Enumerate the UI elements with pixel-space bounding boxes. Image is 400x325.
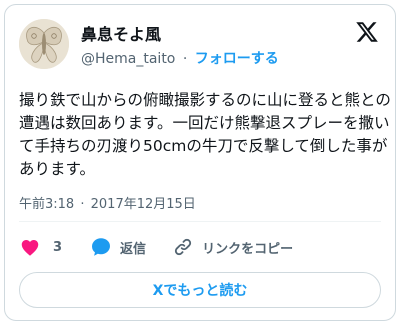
like-count: 3 <box>53 239 63 255</box>
handle-separator: · <box>182 51 188 67</box>
tweet-card: 鼻息そよ風 @Hema_taito · フォローする 撮り鉄で山からの俯瞰撮影す… <box>4 4 396 321</box>
tweet-timestamp[interactable]: 午前3:18 · 2017年12月15日 <box>19 193 196 212</box>
x-logo-icon[interactable] <box>355 20 379 44</box>
heart-icon <box>21 240 39 256</box>
action-bar: 3 返信 リンクをコピー <box>19 235 293 259</box>
avatar-moth-image <box>19 19 69 69</box>
tweet-date: 2017年12月15日 <box>90 197 196 212</box>
divider <box>19 221 381 222</box>
timestamp-separator: · <box>80 197 85 212</box>
follow-button[interactable]: フォローする <box>195 51 279 67</box>
tweet-time: 午前3:18 <box>19 197 75 212</box>
reply-label: 返信 <box>120 241 147 257</box>
user-handle[interactable]: @Hema_taito <box>81 51 175 67</box>
copy-link-button[interactable]: リンクをコピー <box>172 236 293 258</box>
handle-row: @Hema_taito · フォローする <box>81 48 279 68</box>
reply-button[interactable]: 返信 <box>90 236 172 258</box>
tweet-text: 撮り鉄で山からの俯瞰撮影するのに山に登ると熊との遭遇は数回あります。一回だけ熊撃… <box>19 91 391 178</box>
link-icon <box>174 238 192 256</box>
speech-bubble-icon <box>92 238 111 256</box>
display-name[interactable]: 鼻息そよ風 <box>81 21 161 45</box>
read-more-button[interactable]: Xでもっと読む <box>19 272 381 308</box>
avatar[interactable] <box>19 19 69 69</box>
copy-link-label: リンクをコピー <box>202 241 294 257</box>
like-button[interactable]: 3 <box>19 236 90 258</box>
